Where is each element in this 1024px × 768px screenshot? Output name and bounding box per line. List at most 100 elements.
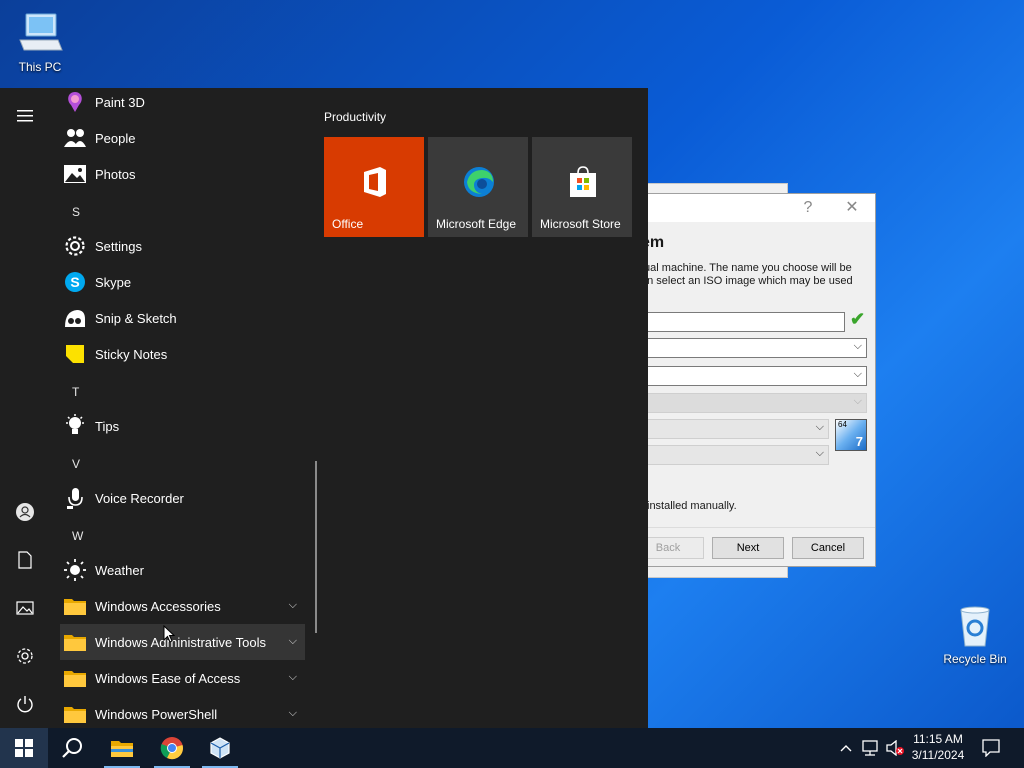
dialog-description-line: an select an ISO image which may be used	[641, 275, 853, 287]
chrome-button[interactable]	[148, 728, 196, 768]
chevron-down-icon: ⌵	[853, 368, 862, 380]
documents-button[interactable]	[0, 540, 50, 580]
os-badge-version: 7	[855, 434, 863, 449]
app-snip-sketch[interactable]: Snip & Sketch	[60, 300, 305, 336]
picture-icon	[16, 601, 34, 615]
tile-label: Microsoft Store	[540, 217, 621, 231]
app-tips[interactable]: Tips	[60, 408, 305, 444]
folder-windows-powershell[interactable]: Windows PowerShell ⌵	[60, 696, 305, 728]
action-center-button[interactable]	[980, 738, 1002, 758]
start-menu: Paint 3D People Photos S Settings S Skyp…	[0, 88, 648, 728]
chevron-down-icon[interactable]: ⌵	[289, 707, 297, 720]
pictures-button[interactable]	[0, 588, 50, 628]
edge-icon	[464, 167, 494, 197]
file-explorer-button[interactable]	[98, 728, 146, 768]
close-button[interactable]: ✕	[837, 198, 867, 218]
app-weather[interactable]: Weather	[60, 552, 305, 588]
show-hidden-icons-button[interactable]	[838, 738, 854, 758]
folder-windows-accessories[interactable]: Windows Accessories ⌵	[60, 588, 305, 624]
app-voice-recorder[interactable]: Voice Recorder	[60, 480, 305, 516]
app-label: Settings	[95, 238, 142, 254]
windows7-os-icon: 64 7	[835, 419, 867, 451]
taskbar-clock[interactable]: 11:15 AM 3/11/2024	[906, 731, 970, 763]
taskbar: 11:15 AM 3/11/2024	[0, 728, 1024, 768]
section-letter-v[interactable]: V	[72, 457, 80, 471]
gear-icon	[17, 648, 33, 664]
power-button[interactable]	[0, 684, 50, 724]
app-photos[interactable]: Photos	[60, 156, 305, 192]
dialog-description: tual machine. The name you choose will b…	[641, 262, 856, 288]
svg-text:S: S	[70, 274, 79, 290]
search-button[interactable]	[48, 728, 96, 768]
app-sticky-notes[interactable]: Sticky Notes	[60, 336, 305, 372]
section-letter-t[interactable]: T	[72, 385, 79, 399]
app-label: Snip & Sketch	[95, 310, 177, 326]
dialog-note: installed manually.	[647, 500, 737, 512]
app-label: Windows Ease of Access	[95, 670, 241, 686]
tile-office[interactable]: Office	[324, 137, 424, 237]
lightbulb-icon	[63, 414, 87, 438]
chevron-down-icon[interactable]: ⌵	[289, 599, 297, 612]
app-list: Paint 3D People Photos S Settings S Skyp…	[60, 88, 310, 728]
account-button[interactable]	[0, 492, 50, 532]
os-badge-bits: 64	[838, 420, 847, 429]
app-label: Tips	[95, 418, 120, 434]
gear-icon	[63, 234, 87, 258]
type-select[interactable]: ⌵	[641, 419, 829, 439]
clock-date: 3/11/2024	[911, 748, 965, 762]
app-label: Paint 3D	[95, 94, 145, 110]
chevron-down-icon: ⌵	[815, 447, 824, 459]
dialog-description-line: tual machine. The name you choose will b…	[641, 262, 852, 274]
search-icon	[62, 738, 82, 758]
name-input[interactable]	[641, 312, 845, 332]
next-button[interactable]: Next	[712, 537, 784, 559]
section-letter-w[interactable]: W	[72, 529, 83, 543]
desktop-icon-this-pc[interactable]: This PC	[0, 10, 80, 74]
tile-label: Office	[332, 217, 364, 231]
network-tray-button[interactable]	[860, 738, 882, 758]
cancel-button[interactable]: Cancel	[792, 537, 864, 559]
user-icon	[16, 503, 34, 521]
sticky-notes-icon	[63, 342, 87, 366]
folder-windows-ease-of-access[interactable]: Windows Ease of Access ⌵	[60, 660, 305, 696]
folder-select[interactable]: ⌵	[641, 338, 867, 358]
clock-time: 11:15 AM	[913, 732, 963, 746]
start-button[interactable]	[0, 728, 48, 768]
settings-button[interactable]	[0, 636, 50, 676]
folder-icon	[63, 630, 87, 654]
desktop-icon-label: Recycle Bin	[943, 652, 1007, 666]
desktop-icon-label: This PC	[18, 60, 62, 74]
tile-group-title[interactable]: Productivity	[324, 110, 386, 124]
sun-icon	[63, 558, 87, 582]
section-letter-s[interactable]: S	[72, 205, 80, 219]
app-skype[interactable]: S Skype	[60, 264, 305, 300]
tile-microsoft-edge[interactable]: Microsoft Edge	[428, 137, 528, 237]
volume-tray-button[interactable]	[884, 738, 906, 758]
app-label: People	[95, 130, 136, 146]
tile-microsoft-store[interactable]: Microsoft Store	[532, 137, 632, 237]
version-select[interactable]: ⌵	[641, 445, 829, 465]
network-icon	[862, 740, 878, 756]
app-paint-3d[interactable]: Paint 3D	[60, 88, 305, 120]
edition-select: ⌵	[641, 393, 867, 413]
chevron-down-icon[interactable]: ⌵	[289, 671, 297, 684]
desktop-icon-recycle-bin[interactable]: Recycle Bin	[935, 602, 1015, 666]
app-people[interactable]: People	[60, 120, 305, 156]
tile-label: Microsoft Edge	[436, 217, 517, 231]
help-button[interactable]: ?	[793, 198, 823, 218]
chrome-icon	[160, 737, 183, 760]
office-icon	[364, 167, 386, 197]
hamburger-menu-button[interactable]	[0, 96, 50, 136]
virtualbox-button[interactable]	[196, 728, 244, 768]
chevron-down-icon: ⌵	[815, 421, 824, 433]
iso-image-select[interactable]: ⌵	[641, 366, 867, 386]
app-list-scrollbar[interactable]	[315, 461, 317, 633]
chevron-down-icon[interactable]: ⌵	[289, 635, 297, 648]
app-label: Windows Accessories	[95, 598, 221, 614]
app-settings[interactable]: Settings	[60, 228, 305, 264]
folder-windows-administrative-tools[interactable]: Windows Administrative Tools ⌵	[60, 624, 305, 660]
document-icon	[18, 551, 32, 569]
notification-icon	[982, 739, 1000, 757]
power-icon	[17, 696, 33, 713]
app-label: Skype	[95, 274, 132, 290]
